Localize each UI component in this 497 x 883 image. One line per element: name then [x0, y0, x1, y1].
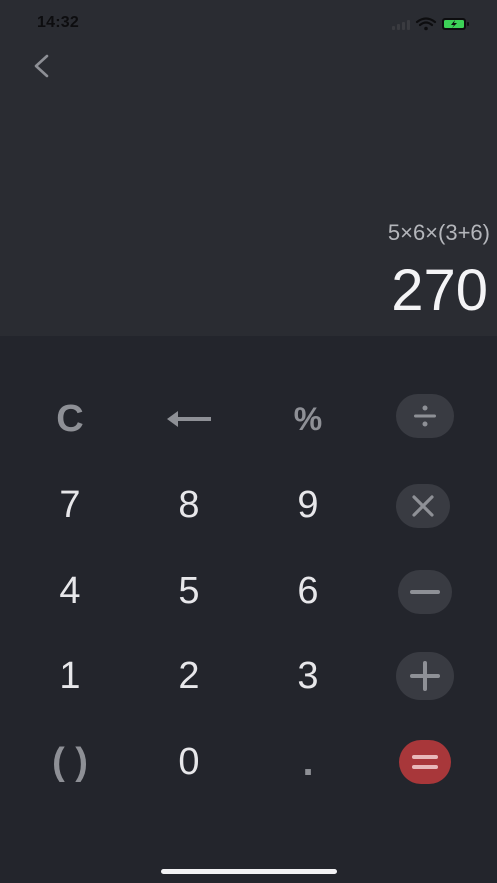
multiply-icon: [412, 495, 434, 517]
key-2[interactable]: 2: [144, 641, 234, 711]
key-8[interactable]: 8: [144, 470, 234, 540]
signal-icon: [392, 20, 410, 30]
key-6[interactable]: 6: [263, 556, 353, 626]
decimal-button[interactable]: .: [263, 727, 353, 797]
key-1[interactable]: 1: [25, 641, 115, 711]
percent-button[interactable]: %: [263, 384, 353, 454]
multiply-button[interactable]: [396, 484, 450, 528]
plus-icon: [410, 661, 440, 691]
key-3[interactable]: 3: [263, 641, 353, 711]
arrow-left-icon: [167, 411, 211, 427]
add-button[interactable]: [396, 652, 454, 700]
key-4[interactable]: 4: [25, 556, 115, 626]
keypad: C % 7 8 9 4 5 6 1 2 3 () 0 .: [0, 336, 497, 883]
key-5[interactable]: 5: [144, 556, 234, 626]
key-0[interactable]: 0: [144, 727, 234, 797]
home-indicator[interactable]: [161, 869, 337, 874]
chevron-left-icon: [34, 54, 49, 78]
wifi-icon: [415, 17, 437, 31]
expression-display: 5×6×(3+6): [387, 220, 490, 245]
equals-icon: [412, 755, 438, 769]
divide-button[interactable]: [396, 394, 454, 438]
subtract-button[interactable]: [398, 570, 452, 614]
status-time: 14:32: [37, 14, 79, 31]
backspace-button[interactable]: [144, 384, 234, 454]
parentheses-button[interactable]: ( ): [25, 727, 115, 797]
key-9[interactable]: 9: [263, 470, 353, 540]
minus-icon: [410, 590, 440, 594]
display-area: 14:32 5×6×(3+6) 270: [0, 0, 497, 336]
key-7[interactable]: 7: [25, 470, 115, 540]
divide-icon: [414, 405, 436, 427]
status-icons: [384, 14, 474, 34]
clear-button[interactable]: C: [25, 384, 115, 454]
calculator-screen: 14:32 5×6×(3+6) 270 C % 7 8 9 4 5 6 1 2 …: [0, 0, 497, 883]
equals-button[interactable]: [399, 740, 451, 784]
back-button[interactable]: [26, 48, 58, 84]
battery-icon: [442, 18, 469, 30]
result-display: 270: [391, 258, 488, 323]
